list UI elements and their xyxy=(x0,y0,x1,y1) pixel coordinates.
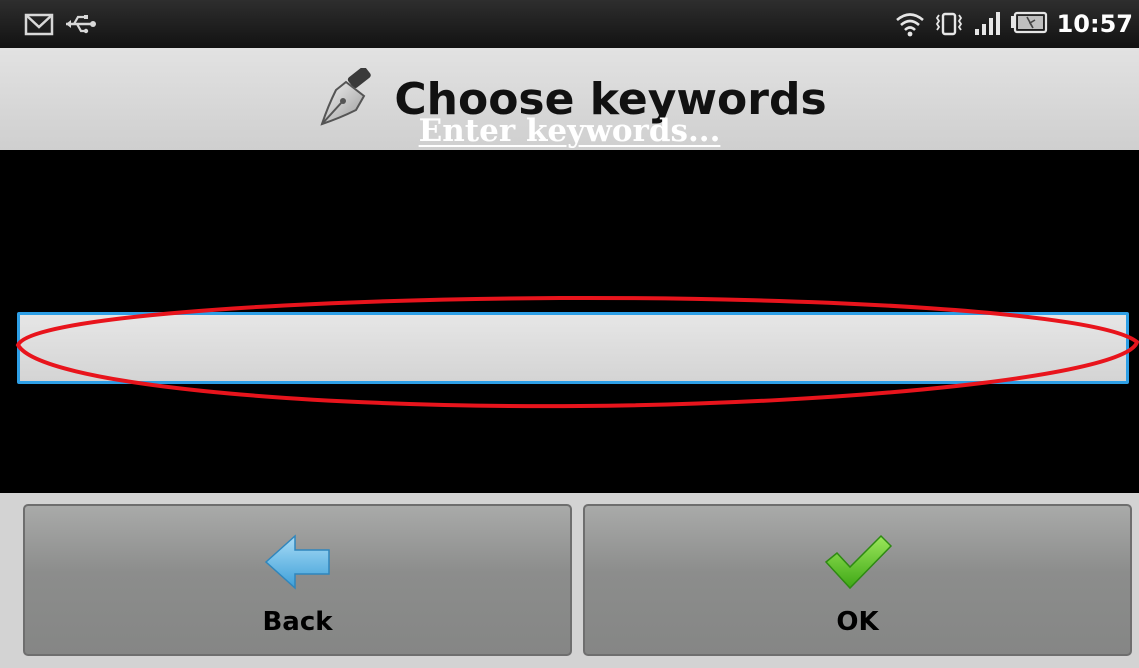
wifi-icon xyxy=(895,13,924,37)
status-clock: 10:57 xyxy=(1056,10,1133,38)
vibrate-icon xyxy=(935,12,962,36)
signal-icon xyxy=(974,12,1000,35)
notification-area xyxy=(24,8,98,40)
keywords-prompt-text: Enter keywords... xyxy=(418,113,721,149)
status-bar: 10:57 xyxy=(0,0,1139,48)
gmail-icon xyxy=(24,13,54,36)
back-arrow-icon xyxy=(264,534,330,590)
button-bar: Back OK xyxy=(0,493,1139,668)
usb-icon xyxy=(66,15,96,34)
back-button[interactable]: Back xyxy=(23,504,572,656)
system-status-area: 10:57 xyxy=(895,8,1133,40)
back-button-label: Back xyxy=(262,607,333,637)
checkmark-icon xyxy=(824,534,892,590)
keywords-prompt-label: Enter keywords... xyxy=(0,113,1139,149)
ok-button-label: OK xyxy=(836,607,879,637)
keywords-input[interactable] xyxy=(17,312,1129,384)
ok-button[interactable]: OK xyxy=(583,504,1132,656)
battery-icon xyxy=(1010,11,1047,34)
